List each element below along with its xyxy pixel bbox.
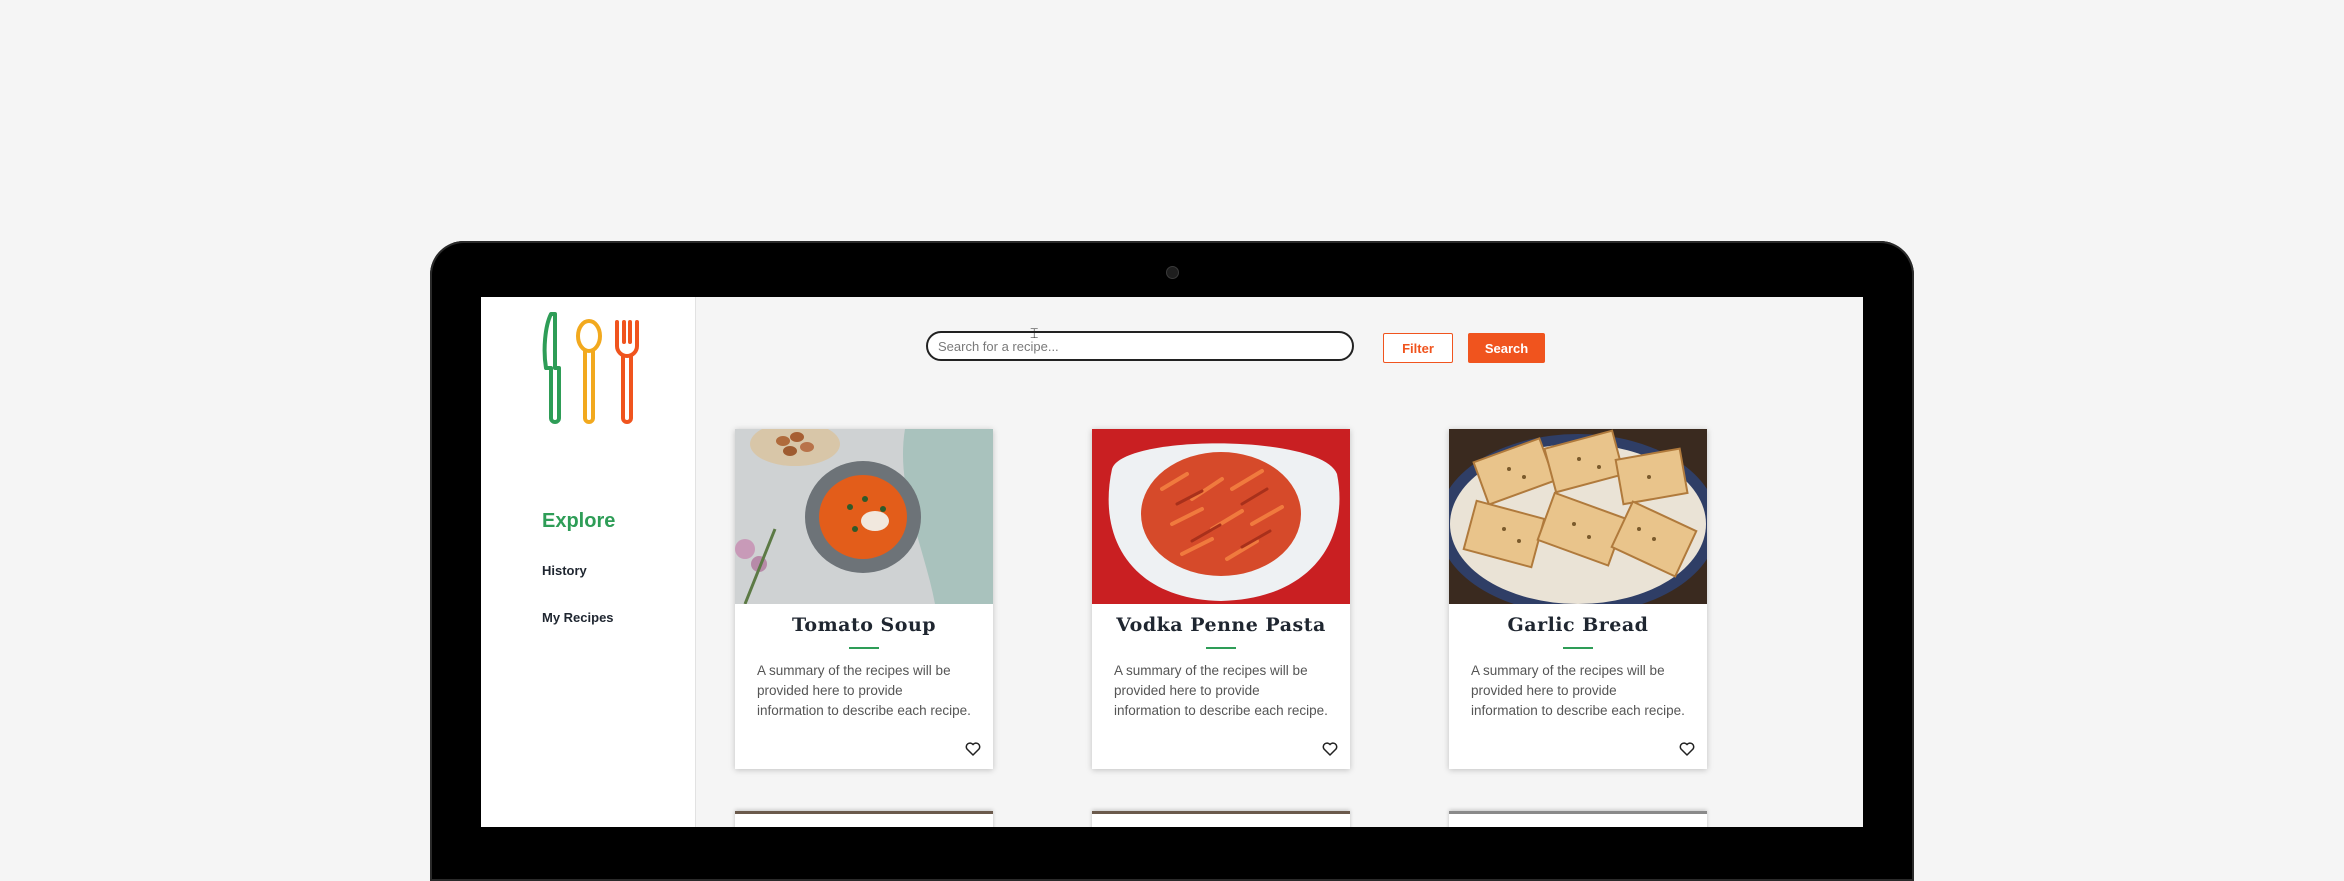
recipe-summary: A summary of the recipes will be provide… bbox=[1471, 663, 1685, 718]
app-screen: Explore History My Recipes ⌶ Filter Sear… bbox=[481, 297, 1863, 827]
recipe-title: Vodka Penne Pasta bbox=[1116, 614, 1326, 636]
main-content: ⌶ Filter Search bbox=[696, 297, 1863, 827]
recipe-card-partial[interactable] bbox=[1449, 811, 1707, 827]
text-cursor-icon: ⌶ bbox=[1030, 326, 1039, 342]
title-divider bbox=[1206, 647, 1236, 649]
recipe-card-tomato-soup[interactable]: Tomato Soup A summary of the recipes wil… bbox=[735, 429, 993, 769]
search-input[interactable] bbox=[926, 331, 1354, 361]
title-divider bbox=[849, 647, 879, 649]
recipe-card-partial[interactable] bbox=[735, 811, 993, 827]
recipe-summary: A summary of the recipes will be provide… bbox=[757, 663, 971, 718]
recipe-card-partial[interactable] bbox=[1092, 811, 1350, 827]
vodka-penne-pasta-image bbox=[1092, 429, 1350, 604]
heart-icon[interactable] bbox=[1322, 741, 1338, 757]
recipe-summary: A summary of the recipes will be provide… bbox=[1114, 663, 1328, 718]
utensils-logo-icon[interactable] bbox=[541, 310, 641, 424]
search-button[interactable]: Search bbox=[1468, 333, 1545, 363]
recipe-title: Tomato Soup bbox=[791, 614, 937, 636]
recipe-card-garlic-bread[interactable]: Garlic Bread A summary of the recipes wi… bbox=[1449, 429, 1707, 769]
recipe-title: Garlic Bread bbox=[1507, 614, 1649, 636]
nav-history[interactable]: History bbox=[542, 563, 587, 578]
heart-icon[interactable] bbox=[1679, 741, 1695, 757]
recipe-card-vodka-penne-pasta[interactable]: Vodka Penne Pasta A summary of the recip… bbox=[1092, 429, 1350, 769]
tomato-soup-image bbox=[735, 429, 993, 604]
title-divider bbox=[1563, 647, 1593, 649]
garlic-bread-image bbox=[1449, 429, 1707, 604]
nav-explore[interactable]: Explore bbox=[542, 510, 615, 533]
filter-button[interactable]: Filter bbox=[1383, 333, 1453, 363]
nav-my-recipes[interactable]: My Recipes bbox=[542, 610, 614, 625]
sidebar: Explore History My Recipes bbox=[481, 297, 696, 827]
heart-icon[interactable] bbox=[965, 741, 981, 757]
webcam bbox=[1166, 266, 1179, 279]
